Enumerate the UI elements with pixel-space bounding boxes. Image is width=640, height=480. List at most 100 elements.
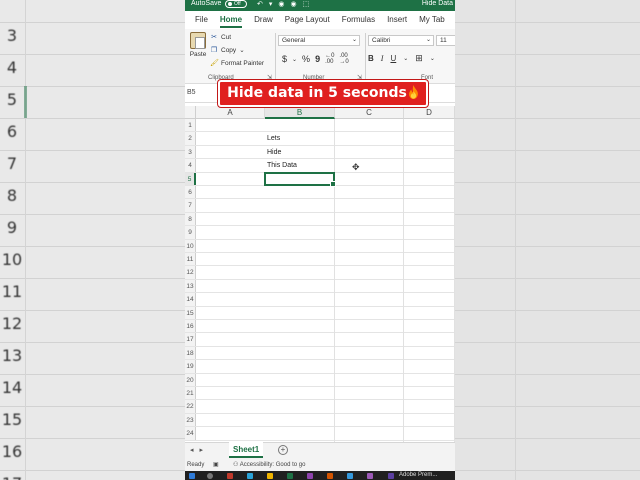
decrease-decimal-icon[interactable]: .00 →0 [339,53,348,65]
tab-draw[interactable]: Draw [248,11,279,29]
cut-button[interactable]: ✂ Cut [210,31,264,44]
background-gridline [0,182,185,183]
table-row: 22 [185,400,455,414]
font-name-dropdown[interactable]: Calibri ⌄ [368,35,434,46]
chevron-down-icon: ⌄ [351,37,357,43]
background-row-number: 15 [1,410,23,429]
app-icon[interactable] [247,473,253,479]
table-row: 17 [185,333,455,347]
row-header[interactable]: 22 [185,400,196,413]
background-gridline [455,310,640,311]
table-row: 19 [185,360,455,374]
row-header[interactable]: 16 [185,320,196,333]
row-header[interactable]: 13 [185,279,196,293]
tab-formulas[interactable]: Formulas [336,11,381,29]
column-header-d[interactable]: D [404,106,455,119]
cell-b4[interactable]: This Data [267,159,297,172]
tab-page-layout[interactable]: Page Layout [279,11,336,29]
background-gridline [0,438,185,439]
comma-style-button[interactable]: 9 [315,54,320,64]
row-header[interactable]: 8 [185,212,196,226]
app-icon[interactable] [307,473,313,479]
row-header[interactable]: 17 [185,333,196,346]
spreadsheet-grid[interactable]: A B C D 1 2 3 4 5 6 7 8 9 10 11 12 13 14 15 16 17 18 19 20 21 22 2… [185,106,455,442]
background-gridline [455,470,640,471]
name-box[interactable]: B5 [187,89,196,96]
background-row-number: 17 [0,474,24,480]
app-icon[interactable] [347,473,353,479]
active-cell-selection[interactable] [264,171,336,188]
table-row: 1 [185,119,455,133]
chevron-down-icon[interactable]: ⌄ [292,56,297,63]
background-row-number: 8 [6,186,18,205]
chevron-down-icon[interactable]: ⌄ [239,44,244,57]
cell-b3[interactable]: Hide [267,146,281,159]
row-header[interactable]: 15 [185,306,196,319]
excel-icon[interactable] [287,473,293,479]
column-header-b[interactable]: B [265,106,335,119]
row-header[interactable]: 5 [185,172,196,185]
underline-button[interactable]: U [390,54,396,63]
app-icon[interactable] [327,473,333,479]
percent-button[interactable]: % [302,54,310,64]
row-header[interactable]: 12 [185,266,196,279]
quick-access-icons[interactable]: ↶▾◉◉⬚ [257,0,315,8]
borders-icon[interactable]: ⊞ [415,53,423,64]
app-icon[interactable] [367,473,373,479]
row-header[interactable]: 14 [185,293,196,306]
sheet-tab-active[interactable]: Sheet1 [229,442,264,458]
tab-file[interactable]: File [189,11,214,29]
row-header[interactable]: 7 [185,199,196,212]
italic-button[interactable]: I [381,54,384,63]
table-row: 8 [185,212,455,227]
start-icon[interactable] [189,473,195,479]
premiere-icon[interactable] [388,473,394,479]
table-row: 6 [185,186,455,200]
app-icon[interactable] [227,473,233,479]
taskbar-app-label[interactable]: Adobe Prem... [399,471,437,480]
cell-b2[interactable]: Lets [267,132,280,145]
row-header[interactable]: 3 [185,145,196,159]
macro-record-icon[interactable]: ▣ [213,459,219,471]
row-header[interactable]: 23 [185,413,196,427]
row-header[interactable]: 11 [185,253,196,266]
select-all-corner[interactable] [185,106,196,119]
increase-decimal-icon[interactable]: ←0.00 [325,53,334,65]
row-header[interactable]: 10 [185,239,196,252]
row-header[interactable]: 6 [185,186,196,199]
paste-button[interactable]: Paste [189,32,207,58]
background-gridline [455,342,640,343]
autosave-label: AutoSave [191,0,222,7]
font-size-value: 11 [440,37,447,44]
background-gridline [0,374,185,375]
row-header[interactable]: 24 [185,427,196,440]
autosave-toggle[interactable]: Off [225,0,247,8]
column-header-c[interactable]: C [335,106,404,119]
row-header[interactable]: 2 [185,132,196,145]
row-header[interactable]: 18 [185,346,196,360]
add-sheet-icon[interactable]: + [278,445,288,455]
row-header[interactable]: 20 [185,373,196,386]
number-format-dropdown[interactable]: General ⌄ [278,35,360,46]
row-header[interactable]: 9 [185,226,196,239]
chevron-down-icon[interactable]: ⌄ [430,55,435,62]
currency-button[interactable]: $ [282,54,287,64]
background-row-number: 3 [6,26,18,45]
tab-home[interactable]: Home [214,11,248,29]
row-header[interactable]: 21 [185,387,196,400]
tab-insert[interactable]: Insert [381,11,413,29]
font-size-dropdown[interactable]: 11 [436,35,455,46]
search-icon[interactable] [207,473,213,479]
accessibility-status[interactable]: ⚇ Accessibility: Good to go [233,459,305,471]
row-header[interactable]: 19 [185,360,196,373]
row-header[interactable]: 1 [185,119,196,132]
folder-icon[interactable] [267,473,273,479]
copy-button[interactable]: ❐ Copy ⌄ [210,44,264,57]
format-painter-button[interactable]: 🖌 Format Painter [210,57,264,70]
tab-my-tab[interactable]: My Tab [413,11,451,29]
sheet-nav-arrows[interactable]: ◂▸ [190,446,209,454]
column-header-a[interactable]: A [196,106,265,119]
row-header[interactable]: 4 [185,159,196,172]
bold-button[interactable]: B [368,54,374,63]
chevron-down-icon[interactable]: ⌄ [403,55,408,62]
